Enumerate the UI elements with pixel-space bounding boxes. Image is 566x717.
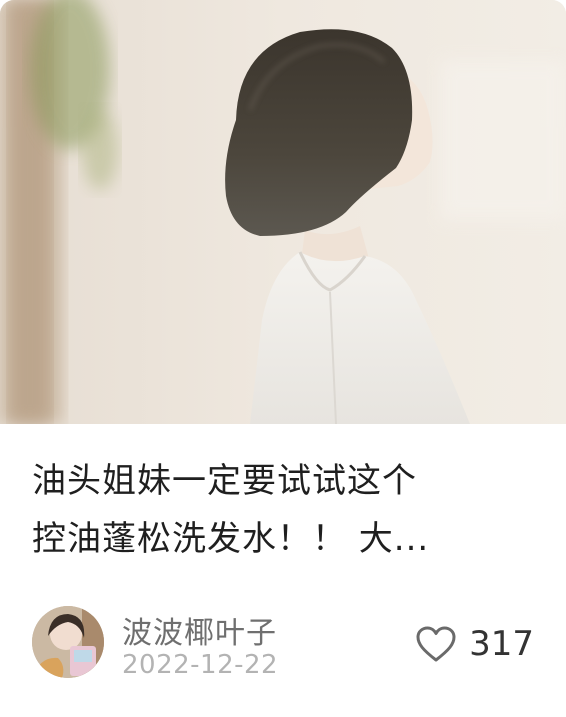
author-name[interactable]: 波波椰叶子 bbox=[122, 608, 277, 652]
post-title-line-1: 油头姐妹一定要试试这个 bbox=[32, 461, 417, 501]
note-card[interactable]: 油头姐妹一定要试试这个 控油蓬松洗发水！！ 大... 波波椰叶子 2022-12… bbox=[0, 0, 566, 717]
like-button[interactable]: 317 bbox=[415, 622, 534, 666]
cover-image[interactable] bbox=[0, 0, 566, 424]
avatar[interactable] bbox=[32, 606, 104, 678]
post-date: 2022-12-22 bbox=[122, 650, 279, 680]
author-row: 波波椰叶子 2022-12-22 317 bbox=[32, 604, 542, 684]
heart-outline-icon[interactable] bbox=[415, 625, 457, 663]
like-count: 317 bbox=[469, 624, 534, 664]
post-title[interactable]: 油头姐妹一定要试试这个 控油蓬松洗发水！！ 大... bbox=[32, 452, 532, 568]
post-title-line-2: 控油蓬松洗发水！！ 大... bbox=[32, 519, 430, 559]
